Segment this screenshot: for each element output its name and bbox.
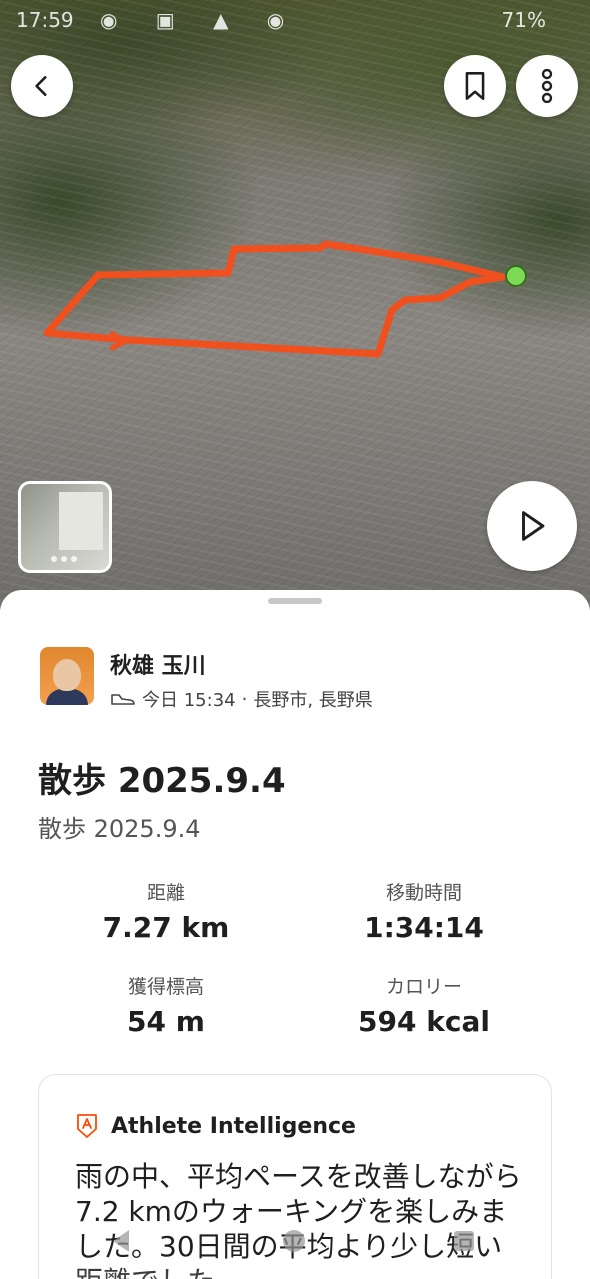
play-flyover-button[interactable]: [487, 481, 577, 571]
avatar-body: [46, 689, 88, 705]
stat-label: カロリー: [385, 976, 462, 998]
status-time: 17:59: [16, 8, 74, 32]
nav-back-icon[interactable]: [113, 1230, 129, 1252]
stat-value: 1:34:14: [364, 911, 484, 944]
stat-value: 7.27 km: [102, 911, 230, 944]
nav-recents-icon[interactable]: [454, 1231, 474, 1251]
stat-value: 54 m: [127, 1005, 205, 1038]
stat-calories: カロリー 594 kcal: [304, 972, 544, 1038]
activity-meta: 今日 15:34 · 長野市, 長野県: [110, 686, 373, 712]
activity-description: 散歩 2025.9.4: [38, 815, 201, 843]
meta-separator: ·: [241, 688, 248, 710]
chevron-left-icon: [35, 76, 47, 96]
status-notification-icons: ◉ ▣ ▲ ◉: [100, 8, 301, 32]
thumbnail-image: [59, 492, 103, 550]
more-vertical-icon: [541, 69, 553, 103]
back-button[interactable]: [11, 55, 73, 117]
stat-elevation-gain: 獲得標高 54 m: [46, 972, 286, 1038]
avatar-face: [53, 659, 81, 691]
sheet-drag-handle[interactable]: [268, 598, 322, 604]
route-end-marker: [505, 265, 527, 287]
stat-label: 移動時間: [385, 882, 462, 904]
athlete-intelligence-icon: [77, 1114, 97, 1138]
ai-card-title: Athlete Intelligence: [111, 1113, 356, 1139]
athlete-name[interactable]: 秋雄 玉川: [110, 648, 206, 680]
nav-home-icon[interactable]: [283, 1230, 305, 1252]
photo-thumbnail[interactable]: [18, 481, 112, 573]
status-battery: 71%: [501, 8, 546, 32]
bookmark-button[interactable]: [444, 55, 506, 117]
stat-label: 獲得標高: [127, 976, 204, 998]
system-navigation-bar: [0, 1205, 590, 1279]
stat-distance: 距離 7.27 km: [46, 878, 286, 944]
activity-details-sheet: 秋雄 玉川 今日 15:34 · 長野市, 長野県 散歩 2025.9.4 散歩…: [0, 590, 590, 1279]
stat-value: 594 kcal: [358, 1005, 490, 1038]
activity-datetime: 今日 15:34: [142, 690, 236, 711]
activity-title: 散歩 2025.9.4: [38, 761, 286, 801]
avatar[interactable]: [40, 647, 94, 705]
status-bar: 17:59 ◉ ▣ ▲ ◉ 71%: [0, 0, 590, 40]
more-options-button[interactable]: [516, 55, 578, 117]
stat-label: 距離: [146, 882, 185, 904]
play-icon: [522, 511, 545, 541]
bookmark-icon: [465, 72, 485, 100]
stat-moving-time: 移動時間 1:34:14: [304, 878, 544, 944]
shoe-icon: [111, 694, 135, 705]
activity-location: 長野市, 長野県: [253, 690, 373, 711]
route-map[interactable]: 17:59 ◉ ▣ ▲ ◉ 71%: [0, 0, 590, 610]
ai-card-header: Athlete Intelligence: [75, 1113, 356, 1139]
thumbnail-page-dots: [51, 556, 77, 562]
